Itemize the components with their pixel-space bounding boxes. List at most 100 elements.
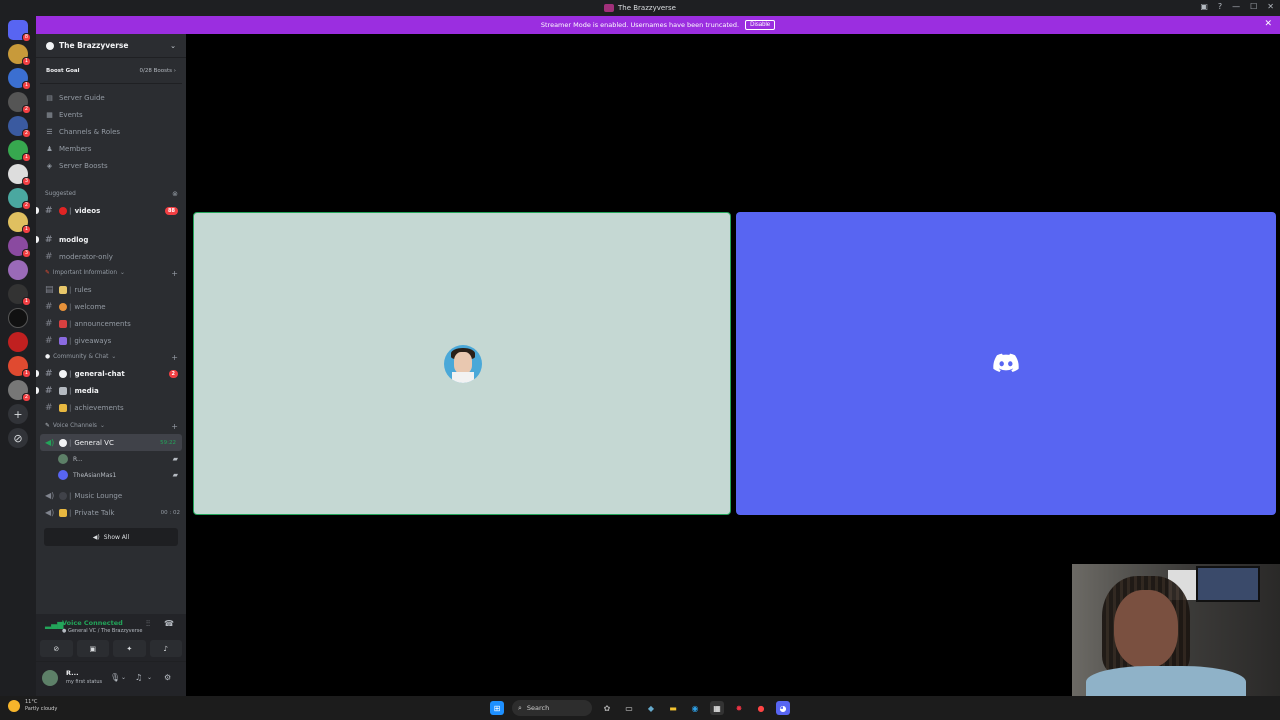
widgets-icon[interactable]: ✿ bbox=[600, 701, 614, 715]
discover-icon[interactable]: ⊘ bbox=[8, 428, 28, 448]
microphone-icon[interactable]: 🎙 bbox=[110, 673, 120, 682]
server-icon[interactable] bbox=[8, 332, 28, 352]
voice-channel-private-talk[interactable]: ◀) | Private Talk 00 : 02 bbox=[36, 504, 186, 521]
inbox-icon[interactable]: ▣ bbox=[1200, 2, 1208, 11]
taskbar-search[interactable]: ⌕ Search bbox=[512, 700, 592, 716]
add-channel-icon[interactable]: + bbox=[171, 353, 178, 362]
maximize-icon[interactable]: ☐ bbox=[1250, 2, 1257, 11]
avatar[interactable] bbox=[42, 670, 58, 686]
store-icon[interactable]: ▦ bbox=[710, 701, 724, 715]
channel-media[interactable]: # | media bbox=[36, 382, 186, 399]
server-header[interactable]: The Brazzyverse ⌄ bbox=[36, 34, 186, 58]
category-important-information[interactable]: ✎ Important Information ⌄ + bbox=[36, 265, 186, 281]
server-icon[interactable]: 2 bbox=[8, 380, 31, 402]
close-banner-icon[interactable]: ✕ bbox=[1264, 19, 1272, 29]
chevron-down-icon[interactable]: ⌄ bbox=[147, 674, 152, 681]
screen-share-button[interactable]: ▣ bbox=[76, 640, 109, 657]
channel-modlog[interactable]: # modlog bbox=[36, 231, 186, 248]
channel-moderator-only[interactable]: # moderator-only bbox=[36, 248, 186, 265]
menu-events[interactable]: ▦ Events bbox=[36, 106, 186, 123]
signal-icon[interactable]: ▂▄▆ bbox=[45, 620, 63, 629]
channel-announcements[interactable]: # | announcements bbox=[36, 315, 186, 332]
discord-taskbar-icon[interactable]: ◕ bbox=[776, 701, 790, 715]
gear-icon[interactable]: ⚙ bbox=[164, 673, 171, 682]
server-icon[interactable] bbox=[8, 308, 28, 328]
speech-bubble-icon: ● bbox=[45, 354, 51, 360]
chevron-down-icon[interactable]: ⌄ bbox=[121, 674, 126, 681]
edge-browser-icon[interactable]: ◉ bbox=[688, 701, 702, 715]
voice-connected-title[interactable]: Voice Connected bbox=[62, 619, 123, 627]
window-title-bar: The Brazzyverse ▣ ? — ☐ ✕ bbox=[0, 0, 1280, 16]
calendar-icon: ▦ bbox=[46, 110, 53, 119]
participant-tile-speaking[interactable] bbox=[193, 212, 731, 515]
category-voice-channels[interactable]: ✎ Voice Channels ⌄ + bbox=[36, 418, 186, 434]
weather-widget[interactable]: 11°C Partly cloudy bbox=[8, 699, 57, 713]
server-icon[interactable]: 1 bbox=[8, 284, 31, 306]
channel-giveaways[interactable]: # | giveaways bbox=[36, 332, 186, 349]
activity-button[interactable]: ✦ bbox=[113, 640, 146, 657]
channel-videos[interactable]: # | videos 88 bbox=[36, 202, 186, 219]
menu-server-boosts[interactable]: ◈ Server Boosts bbox=[36, 157, 186, 174]
chrome-icon[interactable]: ● bbox=[754, 701, 768, 715]
voice-user[interactable]: R... ▰ bbox=[36, 451, 186, 467]
server-icon[interactable]: 1 bbox=[8, 356, 31, 378]
server-icon[interactable]: 1 bbox=[8, 44, 31, 66]
category-community-chat[interactable]: ● Community & Chat ⌄ + bbox=[36, 349, 186, 365]
server-icon[interactable]: 3 bbox=[8, 164, 31, 186]
user-name[interactable]: R... bbox=[66, 669, 79, 677]
server-icon[interactable]: 2 bbox=[8, 92, 31, 114]
chevron-down-icon[interactable]: ⌄ bbox=[170, 42, 176, 50]
scroll-icon bbox=[59, 285, 67, 294]
app-icon[interactable]: ✸ bbox=[732, 701, 746, 715]
user-status: my first status bbox=[66, 679, 103, 685]
channel-rules[interactable]: ▤ | rules bbox=[36, 281, 186, 298]
server-icon[interactable] bbox=[8, 260, 28, 280]
banner-message: Streamer Mode is enabled. Usernames have… bbox=[540, 21, 740, 29]
windows-start-icon[interactable]: ⊞ bbox=[490, 701, 504, 715]
discord-home-icon[interactable]: 8 bbox=[8, 20, 31, 42]
show-all-button[interactable]: ◀) Show All bbox=[44, 528, 178, 546]
os-taskbar: 11°C Partly cloudy ⊞ ⌕ Search ✿ ▭ ◆ ▬ ◉ … bbox=[0, 696, 1280, 720]
minimize-icon[interactable]: — bbox=[1232, 2, 1240, 11]
channel-welcome[interactable]: # | welcome bbox=[36, 298, 186, 315]
copilot-icon[interactable]: ◆ bbox=[644, 701, 658, 715]
channel-achievements[interactable]: # | achievements bbox=[36, 399, 186, 416]
disconnect-icon[interactable]: ☎ bbox=[164, 619, 174, 628]
disable-streamer-mode-button[interactable]: Disable bbox=[745, 20, 776, 30]
rules-channel-icon: ▤ bbox=[45, 284, 54, 295]
menu-channels-roles[interactable]: ☰ Channels & Roles bbox=[36, 123, 186, 140]
server-badge-icon bbox=[46, 41, 54, 50]
server-icon[interactable]: 2 bbox=[8, 116, 31, 138]
members-icon: ♟ bbox=[46, 144, 53, 153]
voice-user[interactable]: TheAsianMas1 ▰ bbox=[36, 467, 186, 483]
soundboard-button[interactable]: ♪ bbox=[149, 640, 182, 657]
menu-members[interactable]: ♟ Members bbox=[36, 140, 186, 157]
voice-channel-general-vc[interactable]: ◀) | General VC 59:22 bbox=[40, 434, 182, 451]
server-icon[interactable]: 1 bbox=[8, 140, 31, 162]
stream-icon: ▰ bbox=[172, 471, 178, 479]
close-window-icon[interactable]: ✕ bbox=[1267, 2, 1274, 11]
lock-icon bbox=[59, 508, 67, 517]
channel-general-chat[interactable]: # | general-chat 2 bbox=[36, 365, 186, 382]
avatar bbox=[58, 454, 68, 464]
noise-suppression-icon[interactable]: ⫶⫶ bbox=[146, 619, 150, 629]
dismiss-suggested-icon[interactable]: ⊗ bbox=[172, 190, 178, 198]
add-channel-icon[interactable]: + bbox=[171, 422, 178, 431]
category-suggested[interactable]: Suggested ⊗ bbox=[36, 186, 186, 202]
voice-channel-music-lounge[interactable]: ◀) | Music Lounge bbox=[36, 487, 186, 504]
server-icon[interactable]: 1 bbox=[8, 212, 31, 234]
participant-tile[interactable] bbox=[736, 212, 1276, 515]
picture-icon bbox=[59, 386, 67, 395]
server-icon[interactable]: 3 bbox=[8, 236, 31, 258]
file-explorer-icon[interactable]: ▬ bbox=[666, 701, 680, 715]
add-channel-icon[interactable]: + bbox=[171, 269, 178, 278]
headphones-icon[interactable]: ♫ bbox=[135, 673, 142, 682]
boost-goal-bar[interactable]: Boost Goal 0/28 Boosts › bbox=[40, 58, 182, 84]
add-server-icon[interactable]: + bbox=[8, 404, 28, 424]
menu-server-guide[interactable]: ▤ Server Guide bbox=[36, 89, 186, 106]
help-icon[interactable]: ? bbox=[1218, 2, 1222, 11]
server-icon[interactable]: 1 bbox=[8, 68, 31, 90]
task-view-icon[interactable]: ▭ bbox=[622, 701, 636, 715]
server-icon[interactable]: 2 bbox=[8, 188, 31, 210]
camera-button[interactable]: ⊘ bbox=[40, 640, 73, 657]
